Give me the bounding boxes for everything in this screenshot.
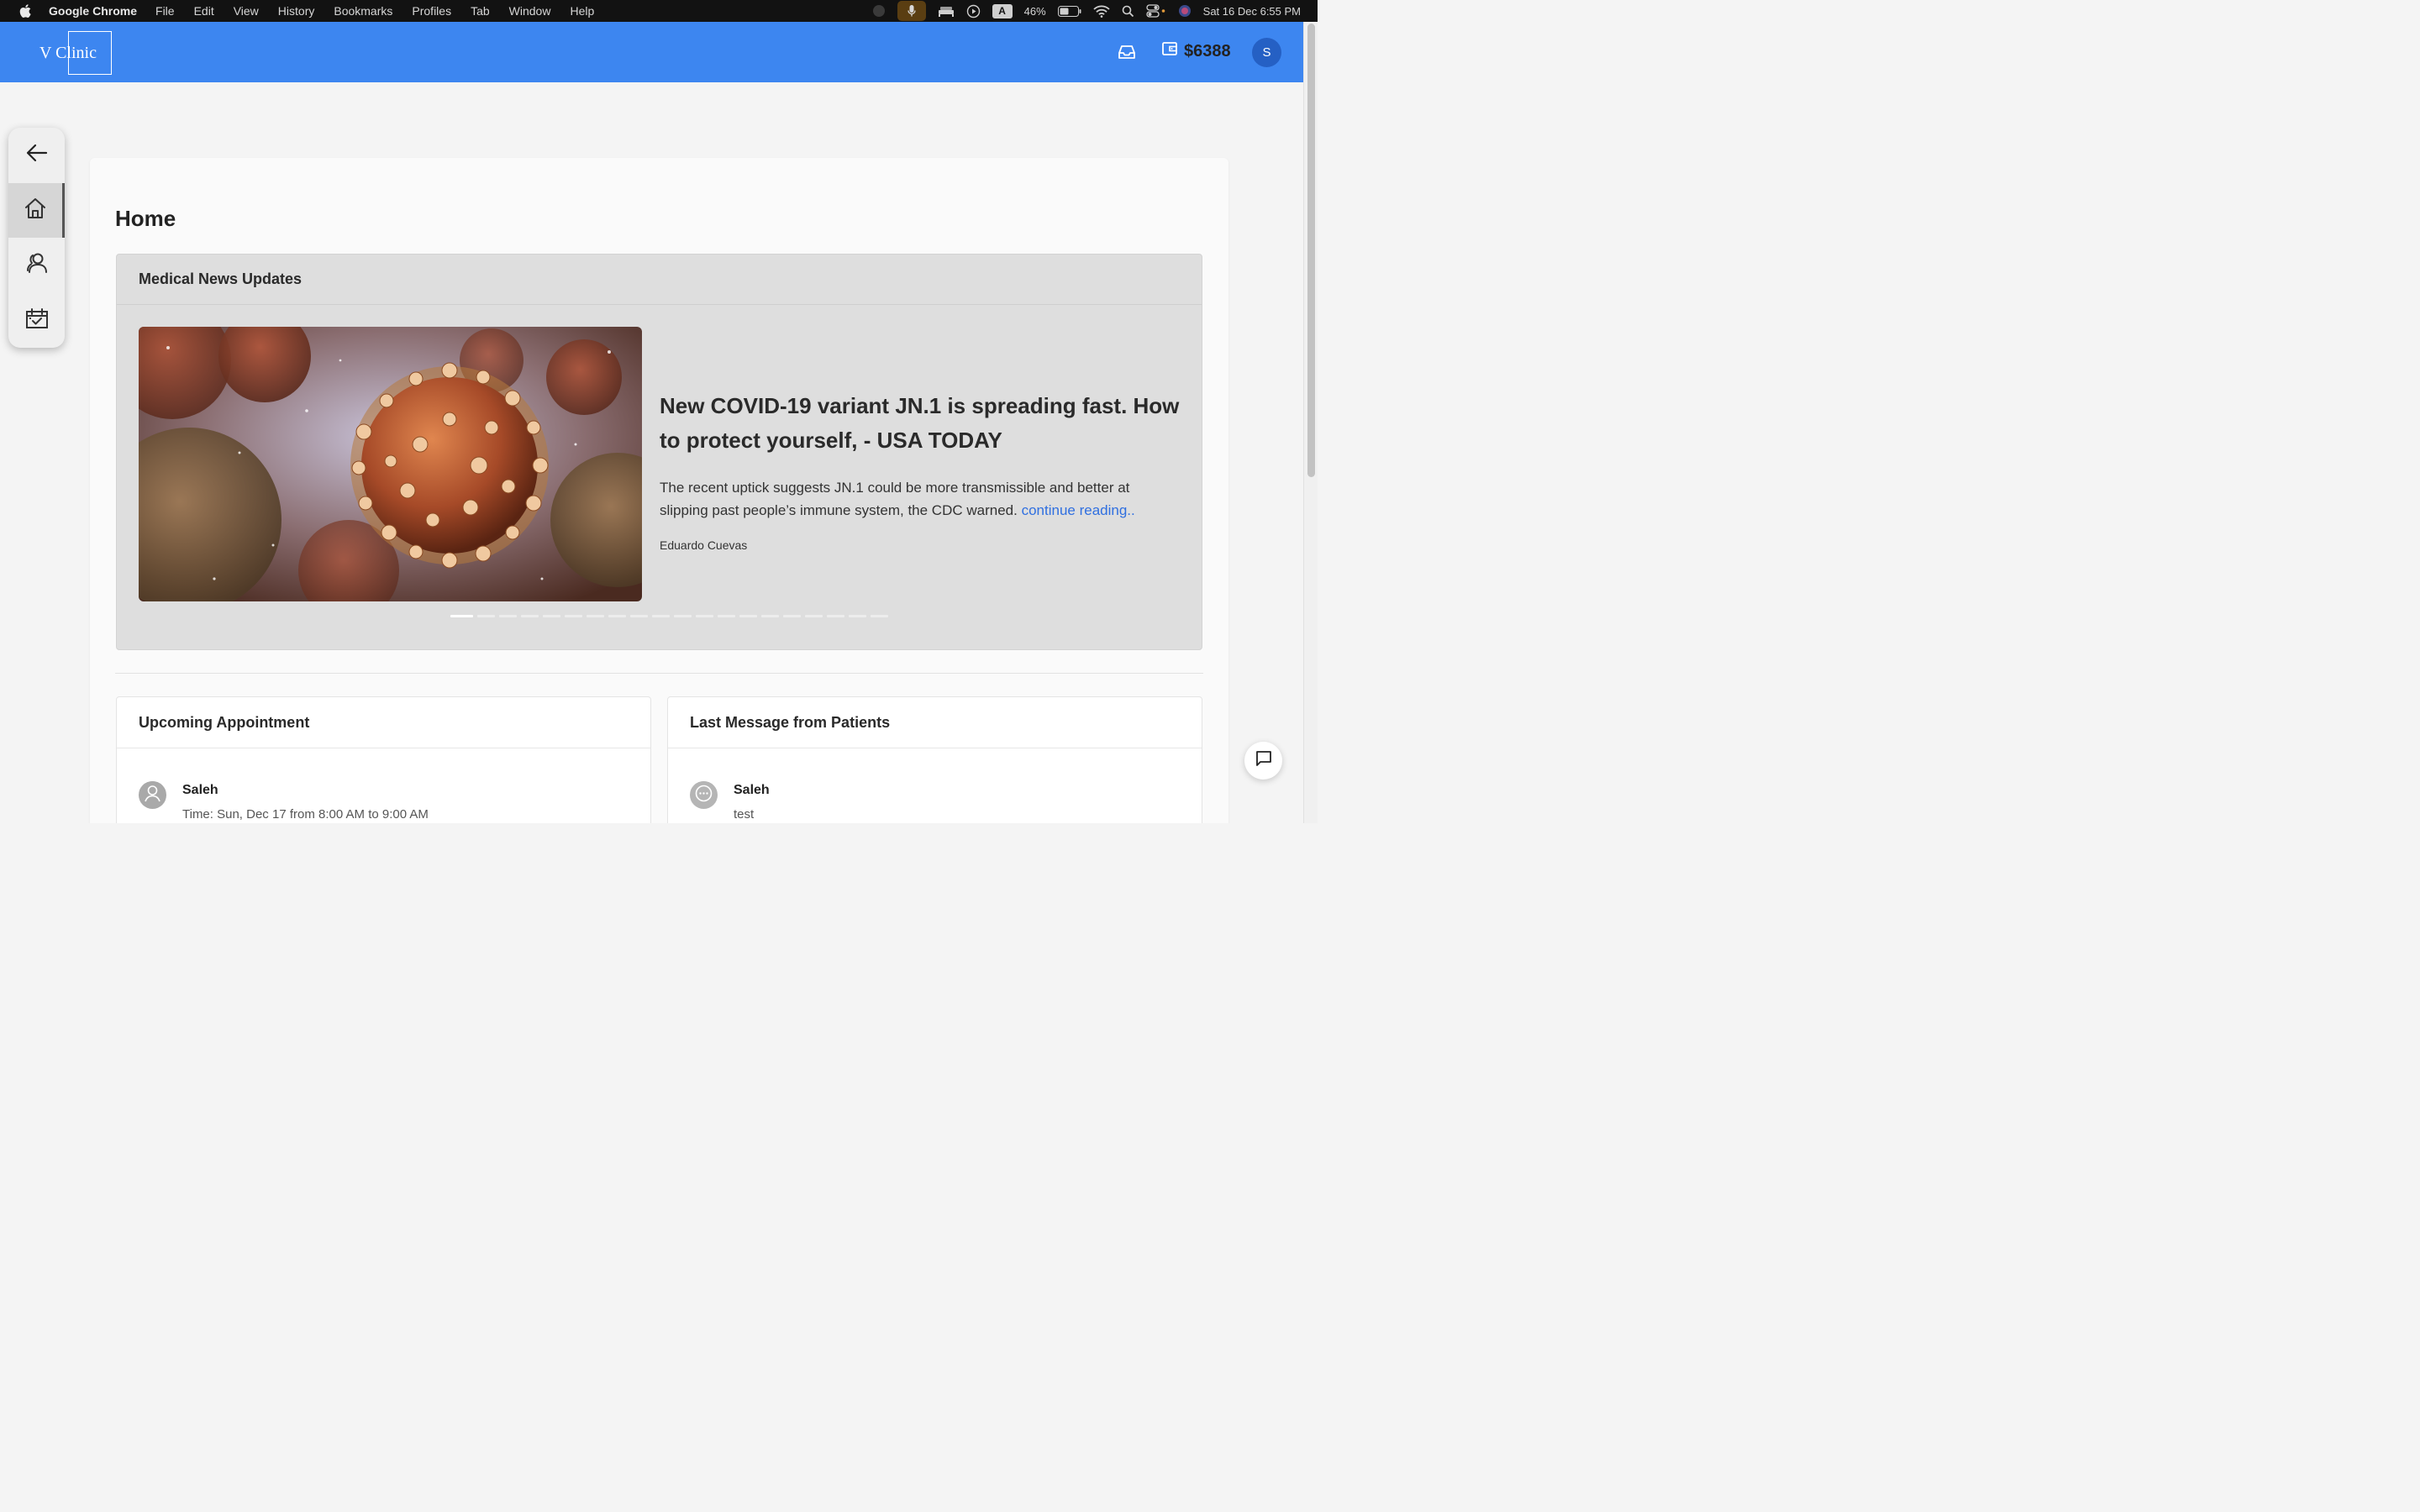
- carousel-dot[interactable]: [477, 615, 495, 617]
- section-divider: [115, 673, 1203, 674]
- arrow-left-icon: [26, 144, 48, 166]
- message-sender-name[interactable]: Saleh: [734, 783, 770, 798]
- sidebar-item-appointments[interactable]: [8, 293, 65, 348]
- page-scrollbar[interactable]: [1303, 22, 1318, 823]
- sidebar-back-button[interactable]: [8, 128, 65, 182]
- wallet-balance-value: $6388: [1184, 41, 1231, 60]
- message-text: test: [734, 807, 755, 822]
- sidebar-item-patients[interactable]: [8, 238, 65, 292]
- screen: Google Chrome File Edit View History Boo…: [0, 0, 1318, 823]
- menu-help[interactable]: Help: [570, 4, 594, 18]
- continue-reading-link[interactable]: continue reading..: [1022, 502, 1135, 518]
- news-article-title[interactable]: New COVID-19 variant JN.1 is spreading f…: [660, 389, 1189, 458]
- clinic-logo[interactable]: V Clinic: [39, 44, 97, 63]
- menu-view[interactable]: View: [234, 4, 259, 18]
- news-card: Medical News Updates New COVID-19 varian…: [116, 254, 1202, 650]
- apple-icon[interactable]: [18, 3, 34, 18]
- news-card-header: Medical News Updates: [117, 255, 1202, 305]
- carousel-dot[interactable]: [674, 615, 692, 617]
- message-avatar[interactable]: [690, 781, 718, 809]
- carousel-dot[interactable]: [608, 615, 626, 617]
- macos-menubar: Google Chrome File Edit View History Boo…: [0, 0, 1318, 22]
- carousel-dot[interactable]: [783, 615, 801, 617]
- carousel-dot[interactable]: [827, 615, 844, 617]
- control-center-icon[interactable]: [1146, 4, 1166, 18]
- upcoming-appointment-panel: Upcoming Appointment Saleh Time: Sun, De…: [116, 696, 651, 823]
- carousel-dot[interactable]: [521, 615, 539, 617]
- menu-tab[interactable]: Tab: [471, 4, 490, 18]
- carousel-dot[interactable]: [696, 615, 713, 617]
- carousel-dot[interactable]: [718, 615, 735, 617]
- user-avatar[interactable]: S: [1252, 38, 1281, 67]
- last-message-header: Last Message from Patients: [668, 697, 1202, 748]
- carousel-dot[interactable]: [630, 615, 648, 617]
- sidebar-item-home[interactable]: [8, 183, 65, 238]
- carousel-dot[interactable]: [450, 615, 473, 617]
- menu-edit[interactable]: Edit: [194, 4, 214, 18]
- chat-button[interactable]: [1244, 742, 1282, 780]
- carousel-dot[interactable]: [871, 615, 888, 617]
- menu-history[interactable]: History: [278, 4, 315, 18]
- menu-profiles[interactable]: Profiles: [412, 4, 451, 18]
- menu-file[interactable]: File: [155, 4, 175, 18]
- user-icon: [139, 781, 166, 809]
- menubar-datetime[interactable]: Sat 16 Dec 6:55 PM: [1203, 5, 1301, 18]
- wallet-icon: [1162, 41, 1177, 61]
- carousel-dot[interactable]: [761, 615, 779, 617]
- carousel-dot[interactable]: [499, 615, 517, 617]
- carousel-dot[interactable]: [652, 615, 670, 617]
- sidebar-nav: [8, 128, 65, 348]
- menu-bookmarks[interactable]: Bookmarks: [334, 4, 392, 18]
- carousel-dot[interactable]: [849, 615, 866, 617]
- microphone-icon[interactable]: [897, 1, 926, 21]
- input-source-indicator[interactable]: A: [992, 3, 1013, 18]
- chat-bubble-icon: [690, 781, 718, 809]
- play-circle-icon[interactable]: [966, 4, 981, 18]
- appointment-time: Time: Sun, Dec 17 from 8:00 AM to 9:00 A…: [182, 807, 429, 822]
- spotlight-search-icon[interactable]: [1122, 5, 1134, 18]
- appointment-patient-name[interactable]: Saleh: [182, 783, 218, 798]
- app-header: [0, 22, 1303, 82]
- patient-avatar[interactable]: [139, 781, 166, 809]
- carousel-dot[interactable]: [739, 615, 757, 617]
- news-article-author: Eduardo Cuevas: [660, 538, 748, 552]
- upcoming-appointment-header: Upcoming Appointment: [117, 697, 650, 748]
- page-title: Home: [115, 206, 176, 231]
- bed-icon[interactable]: [938, 5, 955, 17]
- wallet-balance[interactable]: $6388: [1162, 41, 1231, 61]
- carousel-dot[interactable]: [587, 615, 604, 617]
- carousel-dot[interactable]: [565, 615, 582, 617]
- record-icon[interactable]: [872, 4, 886, 18]
- menubar-app-name[interactable]: Google Chrome: [49, 4, 137, 18]
- carousel-dot[interactable]: [543, 615, 560, 617]
- news-article-image[interactable]: [139, 327, 642, 601]
- menu-window[interactable]: Window: [509, 4, 551, 18]
- last-message-panel: Last Message from Patients Saleh test: [667, 696, 1202, 823]
- carousel-indicators: [450, 615, 888, 617]
- carousel-dot[interactable]: [805, 615, 823, 617]
- news-article-summary: The recent uptick suggests JN.1 could be…: [660, 476, 1181, 522]
- scrollbar-thumb[interactable]: [1307, 24, 1315, 477]
- message-square-icon: [1255, 750, 1272, 771]
- siri-icon[interactable]: [1178, 4, 1192, 18]
- wifi-icon[interactable]: [1093, 5, 1110, 18]
- inbox-icon[interactable]: [1118, 44, 1138, 62]
- home-icon: [24, 197, 47, 223]
- patients-icon: [25, 252, 49, 278]
- calendar-check-icon: [25, 307, 49, 333]
- battery-percent: 46%: [1023, 4, 1046, 18]
- battery-icon[interactable]: [1057, 5, 1081, 17]
